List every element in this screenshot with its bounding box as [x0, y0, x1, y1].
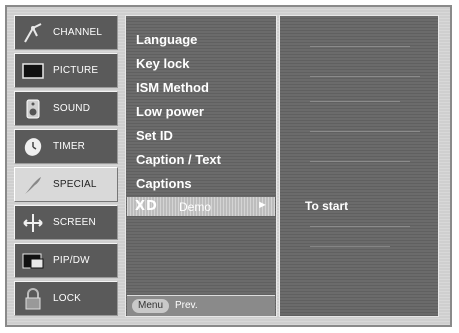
sidebar-item-sound[interactable]: SOUND: [14, 91, 118, 126]
prev-label: Prev.: [175, 300, 198, 311]
sidebar: CHANNEL PICTURE SOUND TIMER SPECIAL SCRE…: [14, 15, 118, 318]
menu-item-label: Demo: [179, 200, 212, 214]
menu-item-set-id[interactable]: Set ID: [136, 128, 173, 143]
sidebar-item-label: CHANNEL: [53, 27, 103, 38]
sidebar-item-label: LOCK: [53, 293, 82, 304]
tv-screen-icon: [21, 60, 45, 82]
divider: [310, 76, 420, 77]
pip-icon: [21, 250, 45, 272]
submenu-panel: To start: [279, 15, 439, 317]
arrow-right-icon: ►: [257, 199, 268, 211]
xd-logo: XD: [135, 199, 158, 214]
sidebar-item-channel[interactable]: CHANNEL: [14, 15, 118, 50]
sidebar-item-label: SPECIAL: [53, 179, 97, 190]
sidebar-item-label: PICTURE: [53, 65, 99, 76]
menu-item-language[interactable]: Language: [136, 32, 197, 47]
sidebar-item-label: TIMER: [53, 141, 86, 152]
sidebar-item-lock[interactable]: LOCK: [14, 281, 118, 316]
menu-item-xd-demo[interactable]: XD Demo ►: [127, 197, 275, 216]
clock-icon: [21, 136, 45, 158]
menu-footer: Menu Prev.: [127, 295, 275, 316]
menu-item-captions[interactable]: Captions: [136, 176, 192, 191]
special-icon: [21, 174, 45, 196]
sidebar-item-label: SOUND: [53, 103, 91, 114]
speaker-icon: [21, 98, 45, 120]
sidebar-item-picture[interactable]: PICTURE: [14, 53, 118, 88]
sidebar-item-special[interactable]: SPECIAL: [14, 167, 118, 202]
submenu-item-to-start[interactable]: To start: [305, 199, 348, 213]
sidebar-item-pipdw[interactable]: PIP/DW: [14, 243, 118, 278]
divider: [310, 101, 400, 102]
divider: [310, 161, 410, 162]
menu-item-low-power[interactable]: Low power: [136, 104, 204, 119]
menu-item-key-lock[interactable]: Key lock: [136, 56, 189, 71]
antenna-icon: [21, 22, 45, 44]
sidebar-item-timer[interactable]: TIMER: [14, 129, 118, 164]
special-menu-panel: Language Key lock ISM Method Low power S…: [125, 15, 277, 317]
sidebar-item-screen[interactable]: SCREEN: [14, 205, 118, 240]
divider: [310, 46, 410, 47]
sidebar-item-label: PIP/DW: [53, 255, 90, 266]
divider: [310, 246, 390, 247]
padlock-icon: [21, 288, 45, 310]
menu-button[interactable]: Menu: [132, 299, 170, 313]
menu-item-caption-text[interactable]: Caption / Text: [136, 152, 221, 167]
divider: [310, 131, 420, 132]
crosshair-icon: [21, 212, 45, 234]
menu-item-ism-method[interactable]: ISM Method: [136, 80, 209, 95]
divider: [310, 226, 410, 227]
sidebar-item-label: SCREEN: [53, 217, 96, 228]
